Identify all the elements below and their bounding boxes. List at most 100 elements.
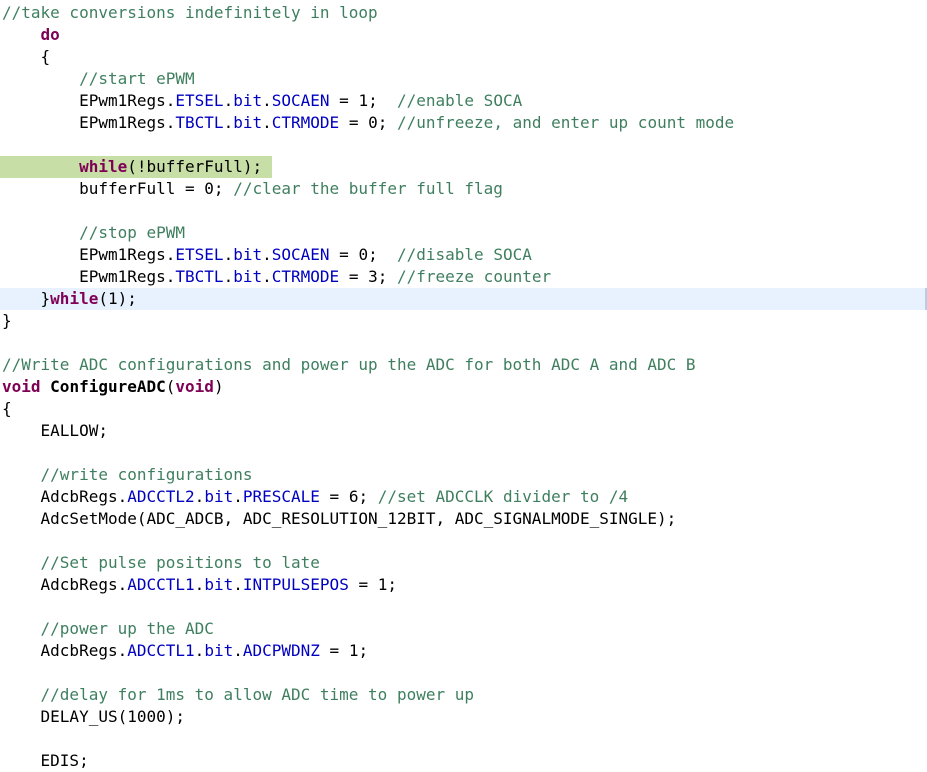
code-line-text: while(!bufferFull); — [2, 156, 262, 178]
code-token-keyword: while — [50, 289, 99, 308]
code-line[interactable]: { — [0, 398, 927, 420]
code-line[interactable]: AdcSetMode(ADC_ADCB, ADC_RESOLUTION_12BI… — [0, 508, 927, 530]
code-line[interactable]: //Set pulse positions to late — [0, 552, 927, 574]
code-line[interactable]: //stop ePWM — [0, 222, 927, 244]
code-line[interactable]: //power up the ADC — [0, 618, 927, 640]
code-token-comment: //Set pulse positions to late — [40, 553, 320, 572]
code-line[interactable] — [0, 728, 927, 750]
code-token-plain: . — [223, 113, 234, 132]
code-line[interactable]: AdcbRegs.ADCCTL1.bit.ADCPWDNZ = 1; — [0, 640, 927, 662]
code-line[interactable]: bufferFull = 0; //clear the buffer full … — [0, 178, 927, 200]
code-token-field: ADCCTL2 — [127, 487, 195, 506]
code-line[interactable]: { — [0, 46, 927, 68]
code-line[interactable]: EPwm1Regs.TBCTL.bit.CTRMODE = 0; //unfre… — [0, 112, 927, 134]
code-token-plain: = 1; — [348, 575, 397, 594]
code-line-text: bufferFull = 0; //clear the buffer full … — [2, 178, 503, 200]
code-token-field: ADCPWDNZ — [242, 641, 320, 660]
code-line[interactable] — [0, 662, 927, 684]
code-line[interactable] — [0, 596, 927, 618]
code-line[interactable]: }while(1); — [0, 288, 927, 310]
code-token-field: PRESCALE — [242, 487, 320, 506]
code-token-field: ETSEL — [175, 245, 224, 264]
code-token-field: SOCAEN — [271, 91, 330, 110]
code-token-plain: . — [223, 245, 234, 264]
code-line[interactable]: //delay for 1ms to allow ADC time to pow… — [0, 684, 927, 706]
code-line[interactable]: EALLOW; — [0, 420, 927, 442]
code-line-text: EPwm1Regs.TBCTL.bit.CTRMODE = 0; //unfre… — [2, 112, 734, 134]
code-token-plain: . — [194, 575, 205, 594]
code-line[interactable]: EPwm1Regs.ETSEL.bit.SOCAEN = 1; //enable… — [0, 90, 927, 112]
code-token-func: ConfigureADC — [50, 377, 166, 396]
code-token-comment: //take conversions indefinitely in loop — [2, 3, 378, 22]
code-line[interactable]: } — [0, 310, 927, 332]
code-line[interactable]: EPwm1Regs.TBCTL.bit.CTRMODE = 3; //freez… — [0, 266, 927, 288]
code-line-text: void ConfigureADC(void) — [2, 376, 224, 398]
code-line[interactable]: //start ePWM — [0, 68, 927, 90]
code-token-field: bit — [204, 487, 234, 506]
code-line-text: //write configurations — [2, 464, 253, 486]
code-token-field: bit — [204, 575, 234, 594]
code-token-field: TBCTL — [175, 267, 224, 286]
code-token-keyword: do — [40, 25, 60, 44]
code-line-text: DELAY_US(1000); — [2, 706, 186, 728]
code-token-comment: //stop ePWM — [79, 223, 186, 242]
code-token-keyword: void — [175, 377, 214, 396]
code-token-plain: EPwm1Regs. — [2, 113, 176, 132]
code-line[interactable]: while(!bufferFull); — [0, 156, 927, 178]
code-line-text: AdcbRegs.ADCCTL1.bit.INTPULSEPOS = 1; — [2, 574, 397, 596]
code-line-text: //power up the ADC — [2, 618, 214, 640]
code-token-plain: EDIS; — [2, 751, 89, 770]
code-token-plain: } — [2, 311, 12, 330]
code-token-field: INTPULSEPOS — [242, 575, 349, 594]
code-token-comment: //write configurations — [40, 465, 253, 484]
code-token-comment: //disable SOCA — [396, 245, 532, 264]
code-line-text: { — [2, 398, 12, 420]
code-line[interactable]: DELAY_US(1000); — [0, 706, 927, 728]
code-token-plain: = 0; — [329, 245, 397, 264]
code-line[interactable]: //Write ADC configurations and power up … — [0, 354, 927, 376]
code-editor[interactable]: //take conversions indefinitely in loop … — [0, 0, 927, 770]
code-token-field: ADCCTL1 — [127, 575, 195, 594]
code-line[interactable] — [0, 530, 927, 552]
code-line-text: AdcbRegs.ADCCTL2.bit.PRESCALE = 6; //set… — [2, 486, 629, 508]
code-token-comment: //Write ADC configurations and power up … — [2, 355, 696, 374]
code-token-plain: EPwm1Regs. — [2, 91, 176, 110]
code-token-field: ETSEL — [175, 91, 224, 110]
code-line[interactable] — [0, 200, 927, 222]
code-line[interactable]: AdcbRegs.ADCCTL2.bit.PRESCALE = 6; //set… — [0, 486, 927, 508]
code-token-plain: = 1; — [329, 91, 397, 110]
code-token-field: bit — [233, 113, 263, 132]
code-token-plain: = 6; — [319, 487, 378, 506]
code-token-field: ADCCTL1 — [127, 641, 195, 660]
code-token-comment: //power up the ADC — [40, 619, 214, 638]
code-token-plain: AdcbRegs. — [2, 575, 128, 594]
code-token-plain: bufferFull = 0; — [2, 179, 234, 198]
code-line[interactable]: EPwm1Regs.ETSEL.bit.SOCAEN = 0; //disabl… — [0, 244, 927, 266]
code-line-text: AdcbRegs.ADCCTL1.bit.ADCPWDNZ = 1; — [2, 640, 369, 662]
code-line[interactable]: //take conversions indefinitely in loop — [0, 2, 927, 24]
code-line-text: //Write ADC configurations and power up … — [2, 354, 696, 376]
code-line-text: EPwm1Regs.ETSEL.bit.SOCAEN = 1; //enable… — [2, 90, 522, 112]
code-line[interactable] — [0, 442, 927, 464]
code-line[interactable]: EDIS; — [0, 750, 927, 772]
code-token-field: TBCTL — [175, 113, 224, 132]
code-token-plain: EPwm1Regs. — [2, 245, 176, 264]
code-line-text: EDIS; — [2, 750, 89, 772]
code-line[interactable]: //write configurations — [0, 464, 927, 486]
code-token-plain: (1); — [98, 289, 137, 308]
code-token-plain: ( — [165, 377, 176, 396]
code-token-plain: EPwm1Regs. — [2, 267, 176, 286]
code-line[interactable]: void ConfigureADC(void) — [0, 376, 927, 398]
code-token-plain: . — [262, 113, 272, 132]
code-line[interactable] — [0, 134, 927, 156]
code-token-plain: AdcbRegs. — [2, 487, 128, 506]
code-line-text: }while(1); — [2, 288, 137, 310]
code-token-plain: . — [262, 267, 272, 286]
code-line[interactable]: AdcbRegs.ADCCTL1.bit.INTPULSEPOS = 1; — [0, 574, 927, 596]
code-token-field: bit — [233, 245, 263, 264]
code-line[interactable]: do — [0, 24, 927, 46]
code-token-plain: AdcbRegs. — [2, 641, 128, 660]
code-line[interactable] — [0, 332, 927, 354]
